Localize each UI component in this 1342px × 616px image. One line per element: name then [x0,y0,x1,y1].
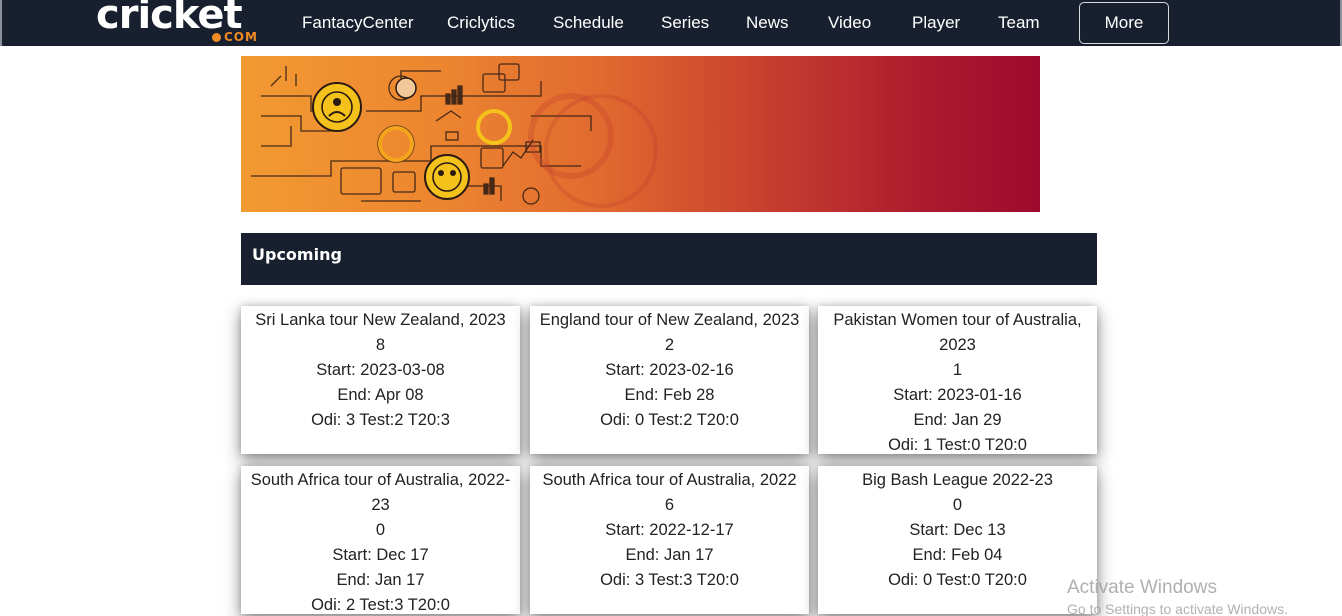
nav-team[interactable]: Team [998,13,1040,33]
start-date: Start: Dec 13 [909,521,1006,539]
series-card[interactable]: England tour of New Zealand, 2023 2 Star… [530,306,809,454]
series-name: Sri Lanka tour New Zealand, 2023 [255,311,506,329]
series-name: England tour of New Zealand, 2023 [539,311,800,329]
match-count: 1 [952,361,963,379]
start-date: Start: 2022-12-17 [605,521,734,539]
series-card[interactable]: Sri Lanka tour New Zealand, 2023 8 Start… [241,306,520,454]
more-button[interactable]: More [1079,2,1169,44]
upcoming-section-header: Upcoming [241,233,1097,285]
activate-windows-hint: Go to Settings to activate Windows. [1067,601,1288,616]
format-counts: Odi: 3 Test:3 T20:0 [600,571,739,589]
series-card[interactable]: South Africa tour of Australia, 2022-23 … [241,466,520,614]
start-date: Start: 2023-03-08 [316,361,445,379]
match-count: 8 [375,336,386,354]
match-count: 6 [664,496,675,514]
logo-suffix: COM [224,30,258,44]
series-card[interactable]: Pakistan Women tour of Australia, 2023 1… [818,306,1097,454]
format-counts: Odi: 2 Test:3 T20:0 [311,596,450,614]
nav-news[interactable]: News [746,13,789,33]
nav-criclytics[interactable]: Criclytics [447,13,515,33]
series-card[interactable]: South Africa tour of Australia, 2022 6 S… [530,466,809,614]
nav-fantacy-center[interactable]: FantacyCenter [302,13,414,33]
nav-video[interactable]: Video [828,13,871,33]
series-name: South Africa tour of Australia, 2022-23 [250,471,511,514]
end-date: End: Apr 08 [337,386,424,404]
series-card[interactable]: Big Bash League 2022-23 0 Start: Dec 13 … [818,466,1097,614]
nav-series[interactable]: Series [661,13,709,33]
analytics-illustration [251,63,658,208]
format-counts: Odi: 0 Test:2 T20:0 [600,411,739,429]
nav-player[interactable]: Player [912,13,960,33]
end-date: End: Feb 28 [624,386,715,404]
section-title: Upcoming [252,245,342,264]
format-counts: Odi: 3 Test:2 T20:3 [311,411,450,429]
match-count: 0 [952,496,963,514]
format-counts: Odi: 0 Test:0 T20:0 [888,571,1027,589]
series-name: Pakistan Women tour of Australia, 2023 [833,311,1082,354]
logo-wordmark: cricket [96,0,243,38]
start-date: Start: 2023-02-16 [605,361,734,379]
activate-windows-watermark: Activate Windows [1067,577,1217,598]
start-date: Start: Dec 17 [332,546,429,564]
start-date: Start: 2023-01-16 [893,386,1022,404]
end-date: End: Feb 04 [912,546,1003,564]
match-count: 0 [375,521,386,539]
end-date: End: Jan 17 [625,546,714,564]
end-date: End: Jan 29 [913,411,1002,429]
cricket-com-logo[interactable]: cricket COM [96,0,266,46]
nav-schedule[interactable]: Schedule [553,13,624,33]
hero-banner [241,56,1040,212]
top-navbar: cricket COM FantacyCenter Criclytics Sch… [0,0,1342,46]
logo-dot-icon [212,33,221,42]
series-name: Big Bash League 2022-23 [862,471,1053,489]
end-date: End: Jan 17 [336,571,425,589]
format-counts: Odi: 1 Test:0 T20:0 [888,436,1027,454]
series-name: South Africa tour of Australia, 2022 [542,471,797,489]
match-count: 2 [664,336,675,354]
